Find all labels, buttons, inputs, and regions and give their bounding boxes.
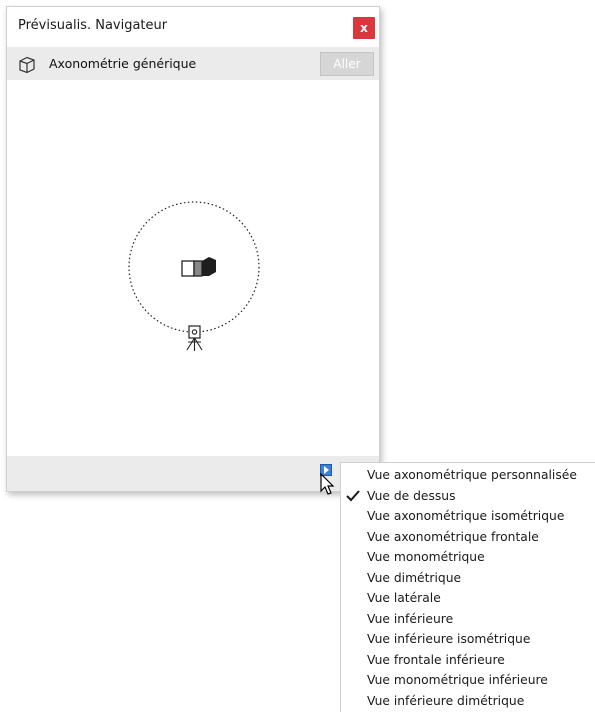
checkmark-icon xyxy=(346,489,360,501)
navigator-preview-panel: Prévisualis. Navigateur x Axonométrie gé… xyxy=(6,6,380,492)
preview-canvas[interactable] xyxy=(7,80,379,455)
mouse-cursor-icon xyxy=(320,473,335,495)
menu-item[interactable]: Vue dimétrique xyxy=(341,568,595,588)
menu-item[interactable]: Vue monométrique inférieure xyxy=(341,670,595,690)
menu-item[interactable]: Vue monométrique xyxy=(341,547,595,567)
menu-item-label: Vue de dessus xyxy=(367,488,456,503)
cube-icon xyxy=(19,56,35,74)
menu-item-label: Vue monométrique xyxy=(367,550,485,564)
menu-item[interactable]: Vue de dessus xyxy=(341,486,595,506)
menu-item-label: Vue axonométrique isométrique xyxy=(367,509,565,523)
menu-item-label: Vue axonométrique personnalisée xyxy=(367,468,577,482)
menu-item-label: Vue frontale inférieure xyxy=(367,652,505,667)
menu-item[interactable]: Vue axonométrique personnalisée xyxy=(341,465,595,485)
camera-icon[interactable] xyxy=(186,325,203,351)
window-title: Prévisualis. Navigateur xyxy=(18,18,168,33)
menu-item-label: Vue inférieure dimétrique xyxy=(367,693,525,708)
view-name: Axonométrie générique xyxy=(49,56,197,71)
menu-item-label: Vue inférieure isométrique xyxy=(367,632,531,646)
menu-item-label: Vue axonométrique frontale xyxy=(367,529,539,544)
menu-item[interactable]: Vue latérale xyxy=(341,588,595,608)
menu-item-label: Vue inférieure xyxy=(367,611,454,626)
go-button[interactable]: Aller xyxy=(320,52,374,76)
menu-item[interactable]: Vue axonométrique frontale xyxy=(341,527,595,547)
close-button[interactable]: x xyxy=(353,17,375,39)
menu-item[interactable]: Vue inférieure xyxy=(341,609,595,629)
view-bar: Axonométrie générique Aller xyxy=(7,47,379,80)
title-bar: Prévisualis. Navigateur x xyxy=(7,7,379,45)
menu-item[interactable]: Vue inférieure dimétrique xyxy=(341,691,595,711)
view-type-menu: Vue axonométrique personnalisée Vue de de… xyxy=(340,462,595,712)
model-block xyxy=(181,257,216,277)
menu-item-label: Vue monométrique inférieure xyxy=(367,673,548,687)
menu-item[interactable]: Vue inférieure isométrique xyxy=(341,629,595,649)
menu-item[interactable]: Vue frontale inférieure xyxy=(341,650,595,670)
menu-item[interactable]: Vue axonométrique isométrique xyxy=(341,506,595,526)
menu-item-label: Vue latérale xyxy=(367,591,441,605)
menu-item-label: Vue dimétrique xyxy=(367,570,462,585)
